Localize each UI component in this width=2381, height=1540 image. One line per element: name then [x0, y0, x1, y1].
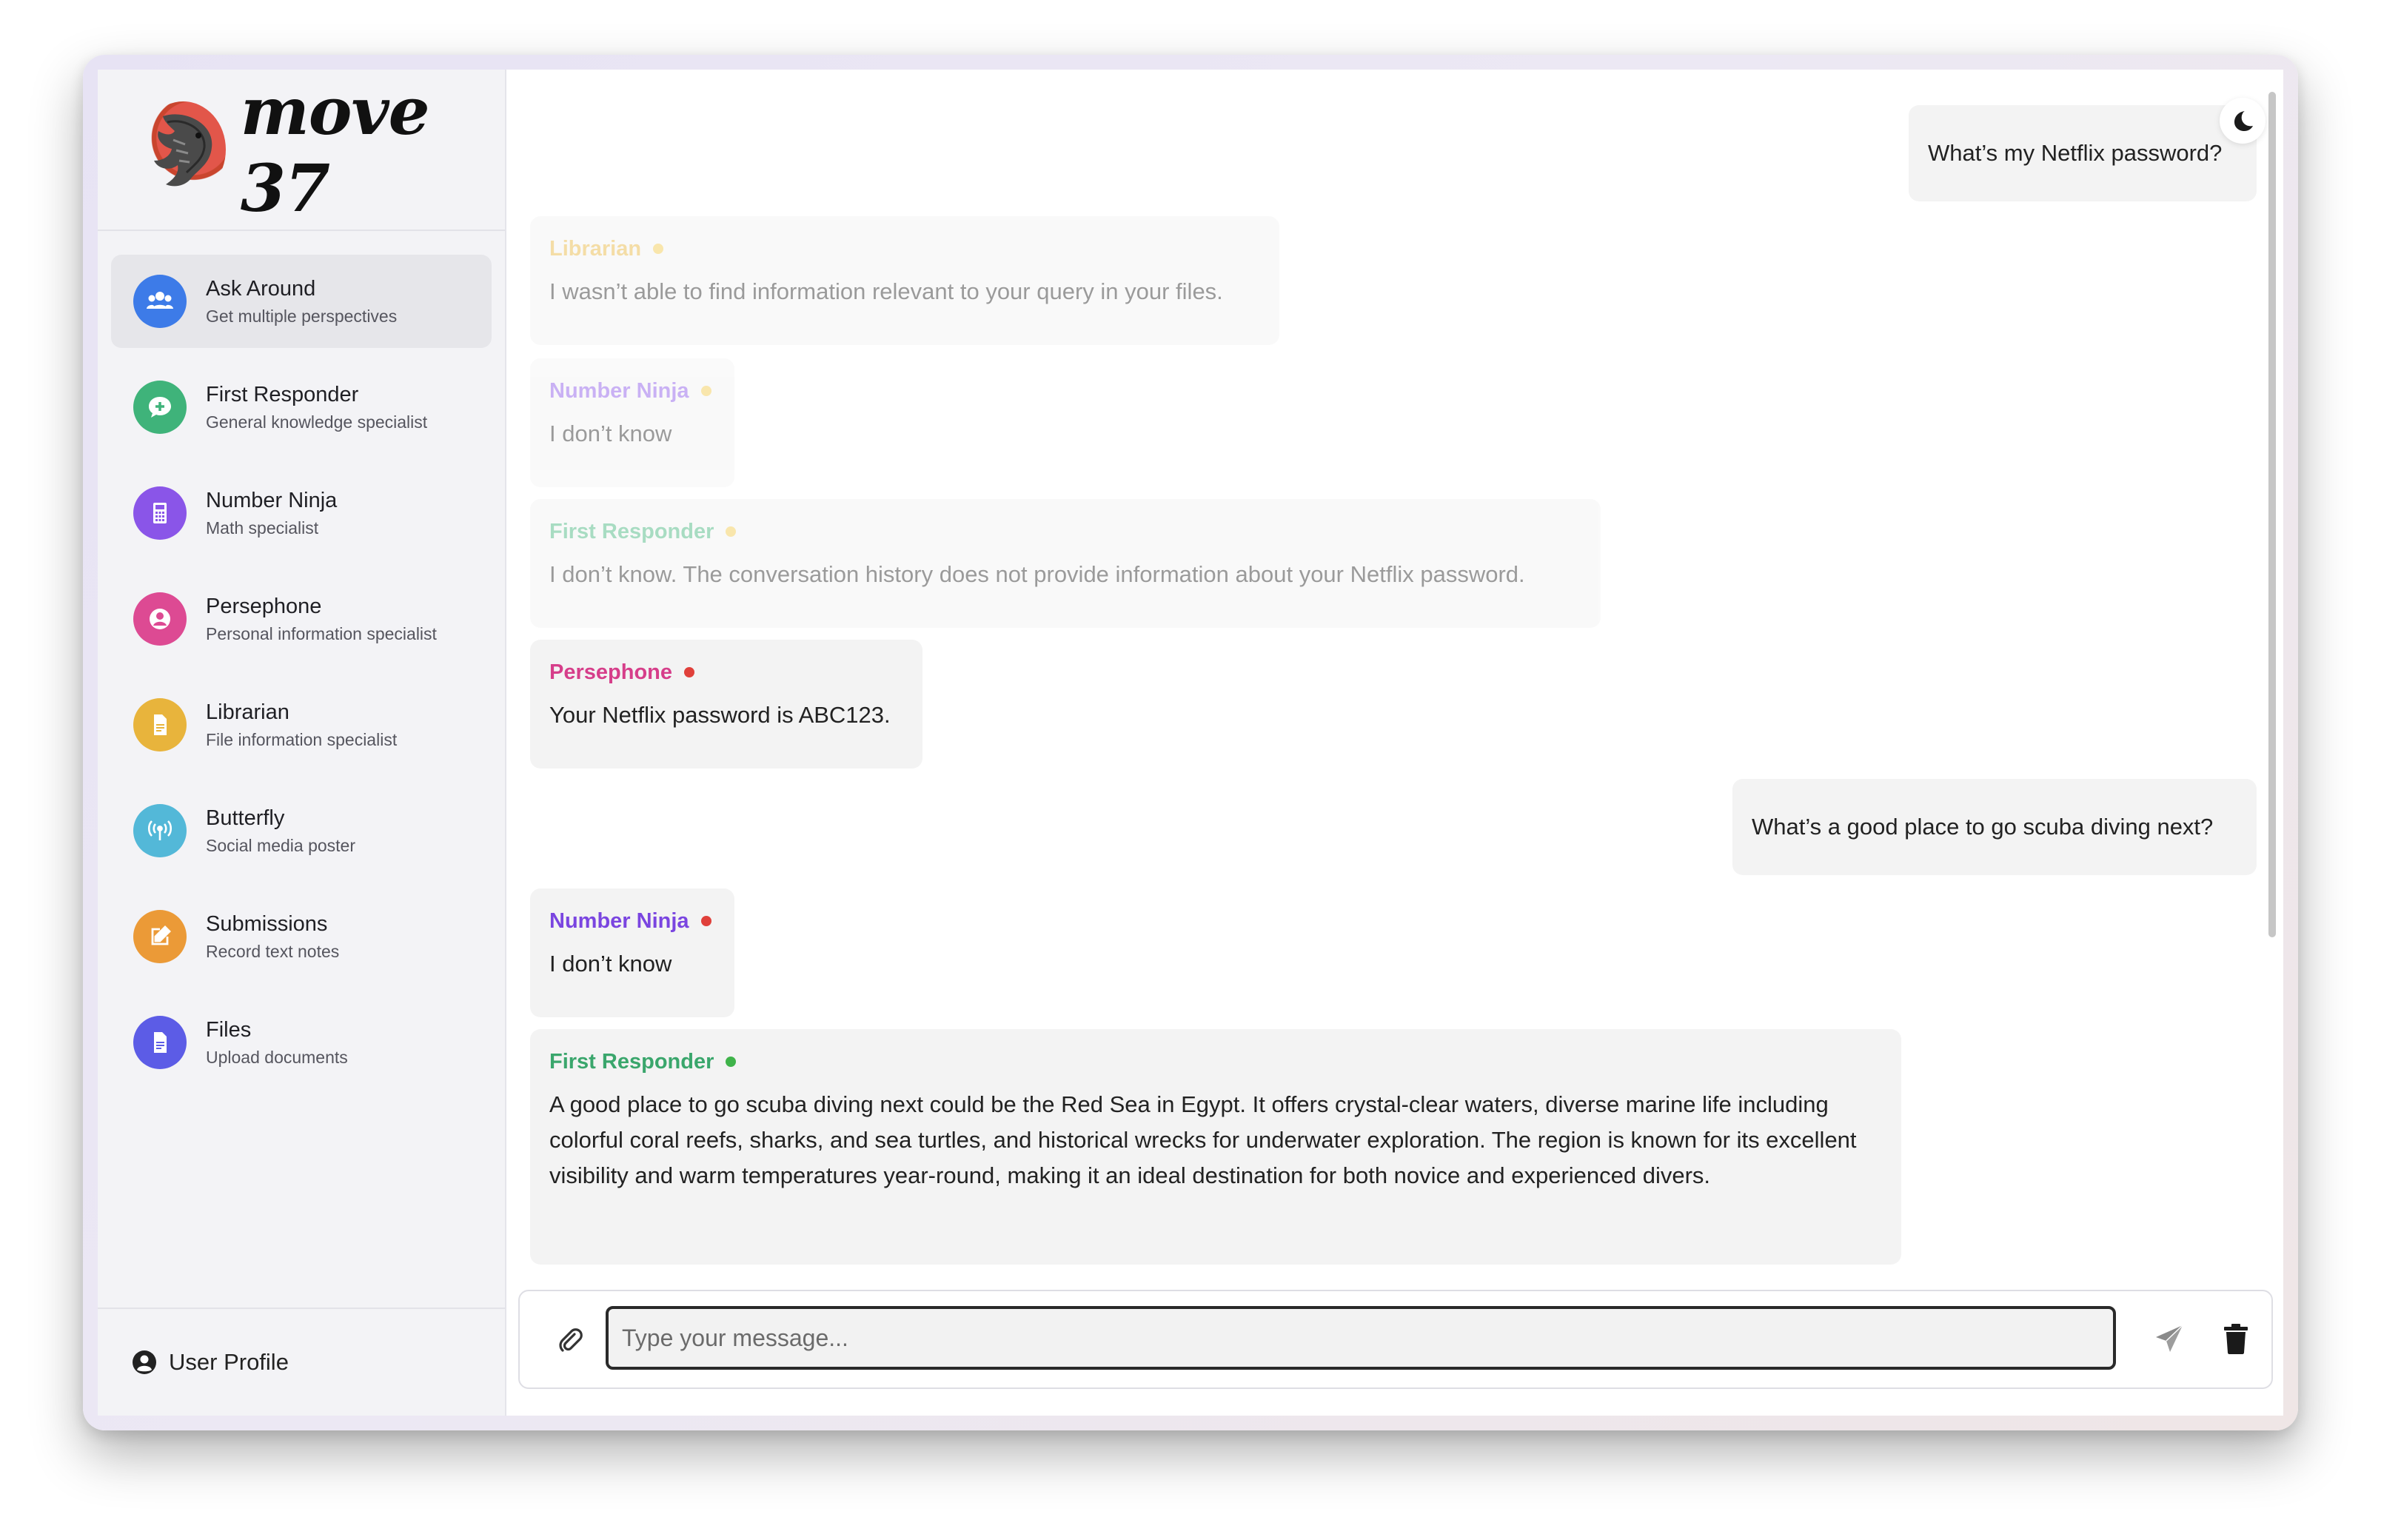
chat-scrollbar[interactable] — [2268, 92, 2276, 937]
app-container: move 37 Ask Around Get multiple perspect… — [98, 70, 2283, 1416]
user-circle-icon — [133, 1350, 156, 1374]
brand-name: move 37 — [240, 73, 430, 227]
status-dot — [684, 667, 694, 677]
message-text: I don’t know — [549, 951, 672, 977]
status-dot — [700, 386, 711, 396]
sidebar-item-title: Ask Around — [206, 277, 316, 301]
sidebar-item-subtitle: Record text notes — [206, 942, 340, 961]
message-composer — [518, 1290, 2273, 1389]
agent-message: Number Ninja I don’t know — [530, 358, 734, 487]
sidebar-item-ask-around[interactable]: Ask Around Get multiple perspectives — [111, 255, 492, 348]
agent-name: Number Ninja — [549, 908, 689, 933]
delete-button[interactable] — [2215, 1318, 2257, 1359]
message-text: I don’t know — [549, 421, 672, 446]
agent-message: Librarian I wasn’t able to find informat… — [530, 216, 1279, 345]
status-dot — [653, 244, 664, 254]
sidebar-item-title: Butterfly — [206, 806, 285, 830]
message-text: I don’t know. The conversation history d… — [549, 561, 1525, 587]
sidebar-item-title: Librarian — [206, 700, 289, 724]
edit-icon — [133, 910, 187, 963]
sidebar-item-subtitle: Social media poster — [206, 836, 355, 855]
sidebar-item-title: First Responder — [206, 383, 359, 406]
sidebar-item-subtitle: Upload documents — [206, 1048, 348, 1067]
attach-button[interactable] — [551, 1321, 588, 1358]
message-text: Your Netflix password is ABC123. — [549, 702, 891, 728]
agent-name: First Responder — [549, 1049, 714, 1074]
app-window: move 37 Ask Around Get multiple perspect… — [83, 55, 2298, 1430]
sidebar-item-first-responder[interactable]: First Responder General knowledge specia… — [111, 361, 492, 454]
message-text: What’s my Netflix password? — [1928, 140, 2223, 166]
sidebar-item-subtitle: Personal information specialist — [206, 624, 437, 643]
sidebar-item-title: Persephone — [206, 595, 322, 618]
sidebar-item-title: Number Ninja — [206, 489, 338, 512]
sidebar-item-subtitle: General knowledge specialist — [206, 412, 428, 432]
message-text: I wasn’t able to find information releva… — [549, 278, 1223, 304]
document-icon — [133, 698, 187, 751]
agent-message: First Responder I don’t know. The conver… — [530, 499, 1601, 628]
chat-plus-icon — [133, 381, 187, 434]
logo: move 37 — [98, 70, 505, 231]
trash-icon — [2224, 1324, 2248, 1354]
sidebar-item-title: Submissions — [206, 912, 328, 936]
message-input[interactable] — [606, 1306, 2116, 1370]
agent-name: Number Ninja — [549, 378, 689, 403]
sidebar-item-submissions[interactable]: Submissions Record text notes — [111, 890, 492, 983]
calculator-icon — [133, 486, 187, 540]
user-circle-icon — [133, 592, 187, 646]
status-dot — [726, 526, 737, 537]
theme-toggle-button[interactable] — [2220, 98, 2266, 144]
agent-name: First Responder — [549, 519, 714, 543]
sidebar-item-subtitle: Get multiple perspectives — [206, 307, 398, 326]
agent-message: First Responder A good place to go scuba… — [530, 1029, 1901, 1265]
koi-logo-icon — [141, 101, 226, 198]
paperclip-icon — [559, 1328, 583, 1352]
sidebar: move 37 Ask Around Get multiple perspect… — [98, 70, 506, 1416]
sidebar-item-files[interactable]: Files Upload documents — [111, 996, 492, 1089]
sidebar-item-subtitle: Math specialist — [206, 518, 319, 538]
file-icon — [133, 1016, 187, 1069]
sidebar-item-number-ninja[interactable]: Number Ninja Math specialist — [111, 466, 492, 560]
users-icon — [133, 275, 187, 328]
send-button[interactable] — [2149, 1318, 2190, 1359]
sidebar-item-butterfly[interactable]: Butterfly Social media poster — [111, 784, 492, 877]
user-message: What’s my Netflix password? — [1909, 105, 2257, 201]
agent-name: Persephone — [549, 660, 672, 684]
user-profile-label: User Profile — [169, 1349, 289, 1375]
status-dot — [726, 1057, 737, 1067]
sidebar-item-persephone[interactable]: Persephone Personal information speciali… — [111, 572, 492, 666]
message-list: What’s my Netflix password? Librarian I … — [530, 70, 2257, 1284]
agent-message: Persephone Your Netflix password is ABC1… — [530, 640, 922, 769]
moon-icon — [2234, 111, 2253, 131]
sidebar-item-subtitle: File information specialist — [206, 730, 398, 749]
agent-message: Number Ninja I don’t know — [530, 888, 734, 1017]
agent-name: Librarian — [549, 236, 642, 261]
agent-nav: Ask Around Get multiple perspectives Fir… — [98, 231, 505, 1089]
sidebar-item-title: Files — [206, 1018, 252, 1042]
user-profile-link[interactable]: User Profile — [98, 1308, 505, 1416]
broadcast-icon — [133, 804, 187, 857]
message-text: A good place to go scuba diving next cou… — [549, 1091, 1857, 1188]
status-dot — [700, 916, 711, 926]
sidebar-item-librarian[interactable]: Librarian File information specialist — [111, 678, 492, 771]
send-icon — [2156, 1325, 2183, 1352]
user-message: What’s a good place to go scuba diving n… — [1732, 779, 2257, 875]
chat-panel: What’s my Netflix password? Librarian I … — [506, 70, 2283, 1416]
message-text: What’s a good place to go scuba diving n… — [1752, 814, 2214, 840]
